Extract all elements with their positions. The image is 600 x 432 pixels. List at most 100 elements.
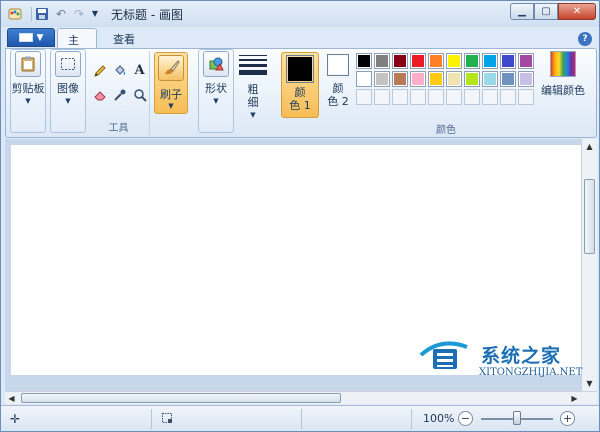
watermark: 系统之家 XITONGZHIJIA.NET bbox=[417, 333, 587, 391]
swatch-fill bbox=[484, 55, 496, 67]
tab-home[interactable]: 主页 bbox=[57, 28, 97, 63]
palette-swatch[interactable] bbox=[392, 53, 408, 69]
eraser-icon[interactable] bbox=[90, 85, 109, 104]
help-icon[interactable]: ? bbox=[578, 32, 592, 46]
palette-swatch[interactable] bbox=[428, 53, 444, 69]
chevron-down-icon: ▼ bbox=[36, 32, 44, 43]
palette-swatch[interactable] bbox=[446, 71, 462, 87]
palette-swatch[interactable] bbox=[356, 71, 372, 87]
brushes-button[interactable]: 刷子 ▼ bbox=[154, 52, 188, 114]
chevron-down-icon: ▼ bbox=[168, 102, 174, 110]
chevron-down-icon: ▼ bbox=[65, 97, 71, 105]
close-icon: ✕ bbox=[572, 6, 582, 17]
clipboard-label: 剪贴板 bbox=[11, 82, 45, 95]
save-icon bbox=[36, 7, 48, 20]
swatch-fill bbox=[484, 73, 496, 85]
close-button[interactable]: ✕ bbox=[558, 3, 596, 20]
zoom-slider-thumb[interactable] bbox=[513, 411, 521, 425]
custom-color-slot[interactable] bbox=[464, 89, 480, 105]
fill-bucket-icon[interactable] bbox=[110, 61, 129, 80]
ribbon-tabs: ▼ 主页 查看 ? bbox=[1, 27, 599, 63]
maximize-button[interactable]: ▢ bbox=[534, 3, 558, 20]
menu-icon bbox=[18, 33, 33, 42]
size-button[interactable]: 粗 细 ▼ bbox=[238, 51, 268, 122]
swatch-fill bbox=[466, 55, 478, 67]
palette-swatch[interactable] bbox=[482, 71, 498, 87]
color-picker-icon[interactable] bbox=[110, 85, 129, 104]
watermark-title: 系统之家 bbox=[481, 345, 562, 367]
text-icon[interactable]: A bbox=[130, 61, 149, 80]
watermark-logo bbox=[419, 341, 468, 369]
color2-swatch bbox=[327, 54, 349, 76]
undo-icon: ↶ bbox=[55, 6, 67, 21]
palette-swatch[interactable] bbox=[374, 71, 390, 87]
color1-label: 颜 色 1 bbox=[289, 86, 311, 112]
palette-swatch[interactable] bbox=[464, 71, 480, 87]
custom-color-slot[interactable] bbox=[392, 89, 408, 105]
color1-label-line2: 色 1 bbox=[289, 99, 311, 112]
palette-swatch[interactable] bbox=[518, 53, 534, 69]
line-width-icon bbox=[239, 55, 267, 75]
swatch-fill bbox=[412, 73, 424, 85]
vertical-scroll-thumb[interactable] bbox=[584, 179, 595, 254]
palette-swatch[interactable] bbox=[500, 53, 516, 69]
palette-swatch[interactable] bbox=[374, 53, 390, 69]
size-label-line2: 细 bbox=[247, 96, 259, 109]
pencil-icon[interactable] bbox=[90, 61, 109, 80]
palette-swatch[interactable] bbox=[428, 71, 444, 87]
scroll-up-icon[interactable]: ▲ bbox=[582, 139, 597, 154]
status-separator bbox=[411, 409, 412, 429]
quick-access-separator bbox=[31, 7, 32, 21]
palette-swatch[interactable] bbox=[446, 53, 462, 69]
minimize-button[interactable]: ▁ bbox=[510, 3, 534, 20]
palette-swatch[interactable] bbox=[518, 71, 534, 87]
color2-button[interactable]: 颜 色 2 bbox=[322, 52, 354, 118]
shapes-button[interactable]: 形状 ▼ bbox=[198, 51, 234, 108]
color1-button[interactable]: 颜 色 1 bbox=[281, 52, 319, 118]
plus-icon: + bbox=[562, 412, 573, 425]
chevron-down-icon: ▼ bbox=[91, 9, 99, 18]
zoom-in-button[interactable]: + bbox=[560, 411, 575, 426]
undo-button[interactable]: ↶ bbox=[53, 5, 69, 22]
magnifier-icon[interactable] bbox=[130, 85, 149, 104]
swatch-fill bbox=[502, 55, 514, 67]
horizontal-scroll-thumb[interactable] bbox=[21, 393, 341, 403]
custom-color-slot[interactable] bbox=[374, 89, 390, 105]
palette-swatch[interactable] bbox=[410, 53, 426, 69]
edit-colors-button[interactable]: 编辑颜色 bbox=[539, 51, 587, 98]
save-button[interactable] bbox=[34, 5, 50, 22]
chevron-down-icon: ▼ bbox=[25, 97, 31, 105]
scroll-left-icon[interactable]: ◀ bbox=[5, 392, 18, 405]
custom-color-slot[interactable] bbox=[428, 89, 444, 105]
palette-swatch[interactable] bbox=[410, 71, 426, 87]
redo-button[interactable]: ↷ bbox=[71, 5, 87, 22]
zoom-out-button[interactable]: − bbox=[458, 411, 473, 426]
edit-colors-icon bbox=[550, 51, 576, 77]
image-label: 图像 bbox=[57, 82, 79, 95]
tools-group-label: 工具 bbox=[108, 123, 129, 134]
scroll-right-icon[interactable]: ▶ bbox=[568, 392, 581, 405]
paint-app-icon[interactable] bbox=[6, 5, 24, 22]
custom-color-slot[interactable] bbox=[356, 89, 372, 105]
palette-swatch[interactable] bbox=[392, 71, 408, 87]
custom-color-slot[interactable] bbox=[482, 89, 498, 105]
swatch-fill bbox=[502, 73, 514, 85]
custom-color-slot[interactable] bbox=[500, 89, 516, 105]
custom-color-slot[interactable] bbox=[446, 89, 462, 105]
palette-swatch[interactable] bbox=[464, 53, 480, 69]
palette-swatch[interactable] bbox=[482, 53, 498, 69]
tab-view[interactable]: 查看 bbox=[103, 28, 145, 49]
image-button[interactable]: 图像 ▼ bbox=[50, 51, 86, 108]
color2-label: 颜 色 2 bbox=[327, 82, 349, 108]
custom-color-slot[interactable] bbox=[518, 89, 534, 105]
paint-menu-button[interactable]: ▼ bbox=[7, 28, 55, 47]
palette-swatch[interactable] bbox=[500, 71, 516, 87]
clipboard-button[interactable]: 剪贴板 ▼ bbox=[10, 51, 46, 108]
color1-swatch bbox=[286, 55, 314, 83]
custom-color-slot[interactable] bbox=[410, 89, 426, 105]
swatch-fill bbox=[430, 55, 442, 67]
horizontal-scrollbar[interactable]: ◀ ▶ bbox=[5, 391, 597, 404]
swatch-fill bbox=[520, 55, 532, 67]
customize-quick-access-button[interactable]: ▼ bbox=[89, 5, 101, 22]
palette-swatch[interactable] bbox=[356, 53, 372, 69]
